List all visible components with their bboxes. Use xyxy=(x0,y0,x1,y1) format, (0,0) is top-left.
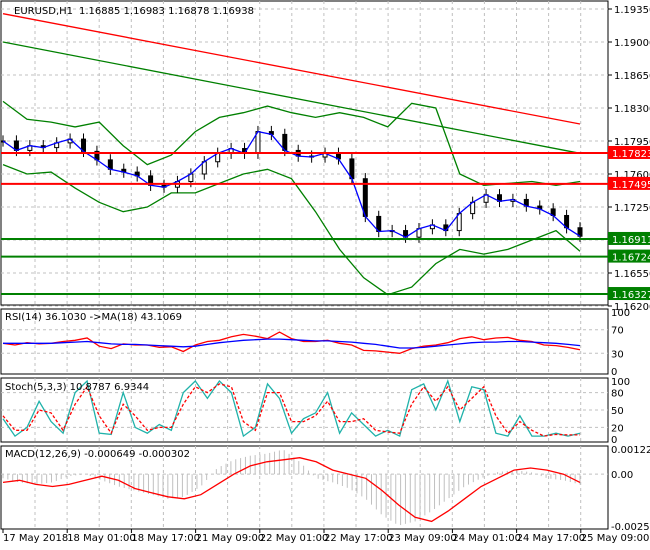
stoch-title: Stoch(5,3,3) 10.8787 6.9344 xyxy=(5,382,149,393)
macd-title: MACD(12,26,9) -0.000649 -0.000302 xyxy=(5,449,190,460)
x-tick-label: 25 May 09:00 xyxy=(581,533,650,544)
stoch-axis-label: 80 xyxy=(611,389,624,400)
symbol-ohlc-header: EURUSD,H1 1.16885 1.16983 1.16878 1.16938 xyxy=(14,6,254,17)
price-axis-label: 1.18300 xyxy=(614,104,650,115)
stoch-axis-label: 50 xyxy=(611,406,624,417)
price-axis-label: 1.18650 xyxy=(614,71,650,82)
price-axis-label: 1.17250 xyxy=(614,203,650,214)
bollinger-upper-line xyxy=(2,100,581,186)
ma-red-line xyxy=(2,13,581,125)
stoch-axis-label: 100 xyxy=(611,377,630,388)
price-axis-label: 1.19350 xyxy=(614,5,650,16)
rsi-axis-label: 30 xyxy=(611,349,624,360)
macd-axis-label: 0.001225 xyxy=(611,445,650,456)
x-tick-label: 22 May 01:00 xyxy=(260,533,329,544)
rsi-title: RSI(14) 36.1030 ->MA(18) 43.1069 xyxy=(5,312,182,323)
stoch-axis-label: 20 xyxy=(611,423,624,434)
price-axis-label: 1.16550 xyxy=(614,269,650,280)
macd-axis-label: 0.00 xyxy=(611,470,633,481)
level-price-label: 1.16327 xyxy=(612,290,650,301)
level-price-label: 1.16724 xyxy=(612,253,650,264)
macd-axis-label: -0.002523 xyxy=(611,522,650,533)
x-tick-label: 24 May 01:00 xyxy=(452,533,521,544)
price-axis-label: 1.19000 xyxy=(614,38,650,49)
level-price-label: 1.16911 xyxy=(612,235,650,246)
x-tick-label: 23 May 09:00 xyxy=(388,533,457,544)
chart-canvas[interactable]: 17 May 201818 May 01:0018 May 17:0021 Ma… xyxy=(0,0,650,550)
level-price-label: 1.17495 xyxy=(612,180,650,191)
ma-green-line xyxy=(2,41,581,154)
chart-window: 17 May 2018 18 May 01:00 18 May 17:00 21 Ma… xyxy=(0,0,650,550)
x-tick-label: 22 May 17:00 xyxy=(324,533,393,544)
x-tick-label: 18 May 17:00 xyxy=(131,533,200,544)
x-tick-label: 17 May 2018 xyxy=(3,533,68,544)
x-tick-label: 21 May 09:00 xyxy=(196,533,265,544)
x-tick-label: 18 May 01:00 xyxy=(67,533,136,544)
level-price-label: 1.17823 xyxy=(612,149,650,160)
rsi-axis-label: 70 xyxy=(611,326,624,337)
rsi-axis-label: 100 xyxy=(611,308,630,319)
x-tick-label: 24 May 17:00 xyxy=(517,533,586,544)
